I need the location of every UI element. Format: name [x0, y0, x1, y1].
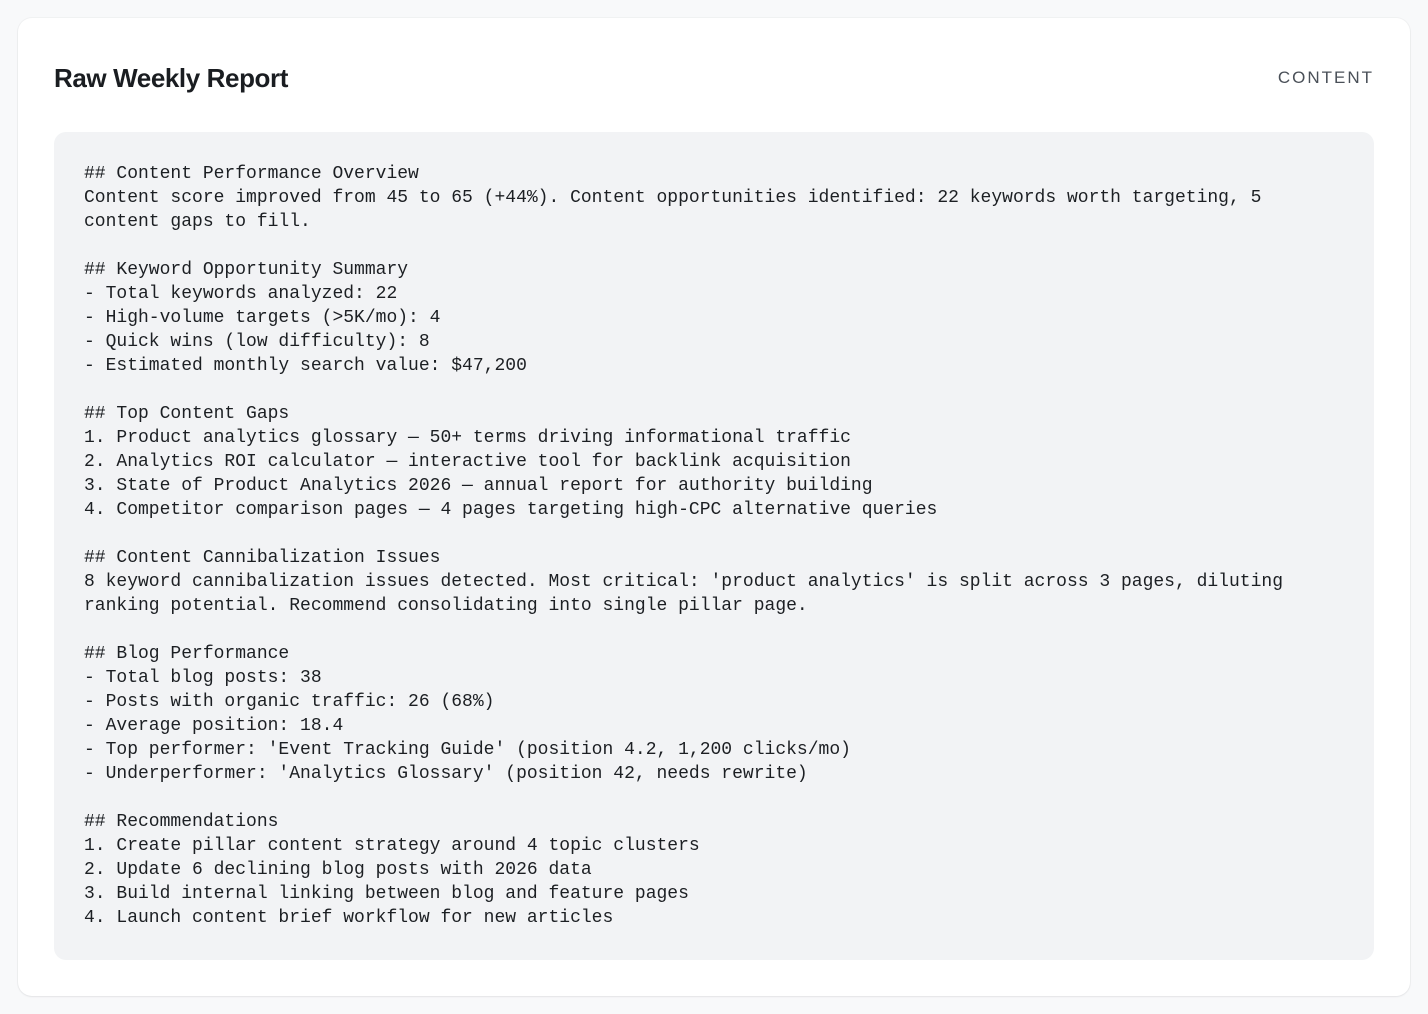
card-header: Raw Weekly Report CONTENT [54, 58, 1374, 98]
report-text: ## Content Performance Overview Content … [84, 164, 1283, 928]
raw-weekly-report-card: Raw Weekly Report CONTENT ## Content Per… [18, 18, 1410, 996]
report-content-box: ## Content Performance Overview Content … [54, 132, 1374, 960]
category-tag: CONTENT [1277, 68, 1374, 87]
card-title: Raw Weekly Report [54, 62, 289, 93]
